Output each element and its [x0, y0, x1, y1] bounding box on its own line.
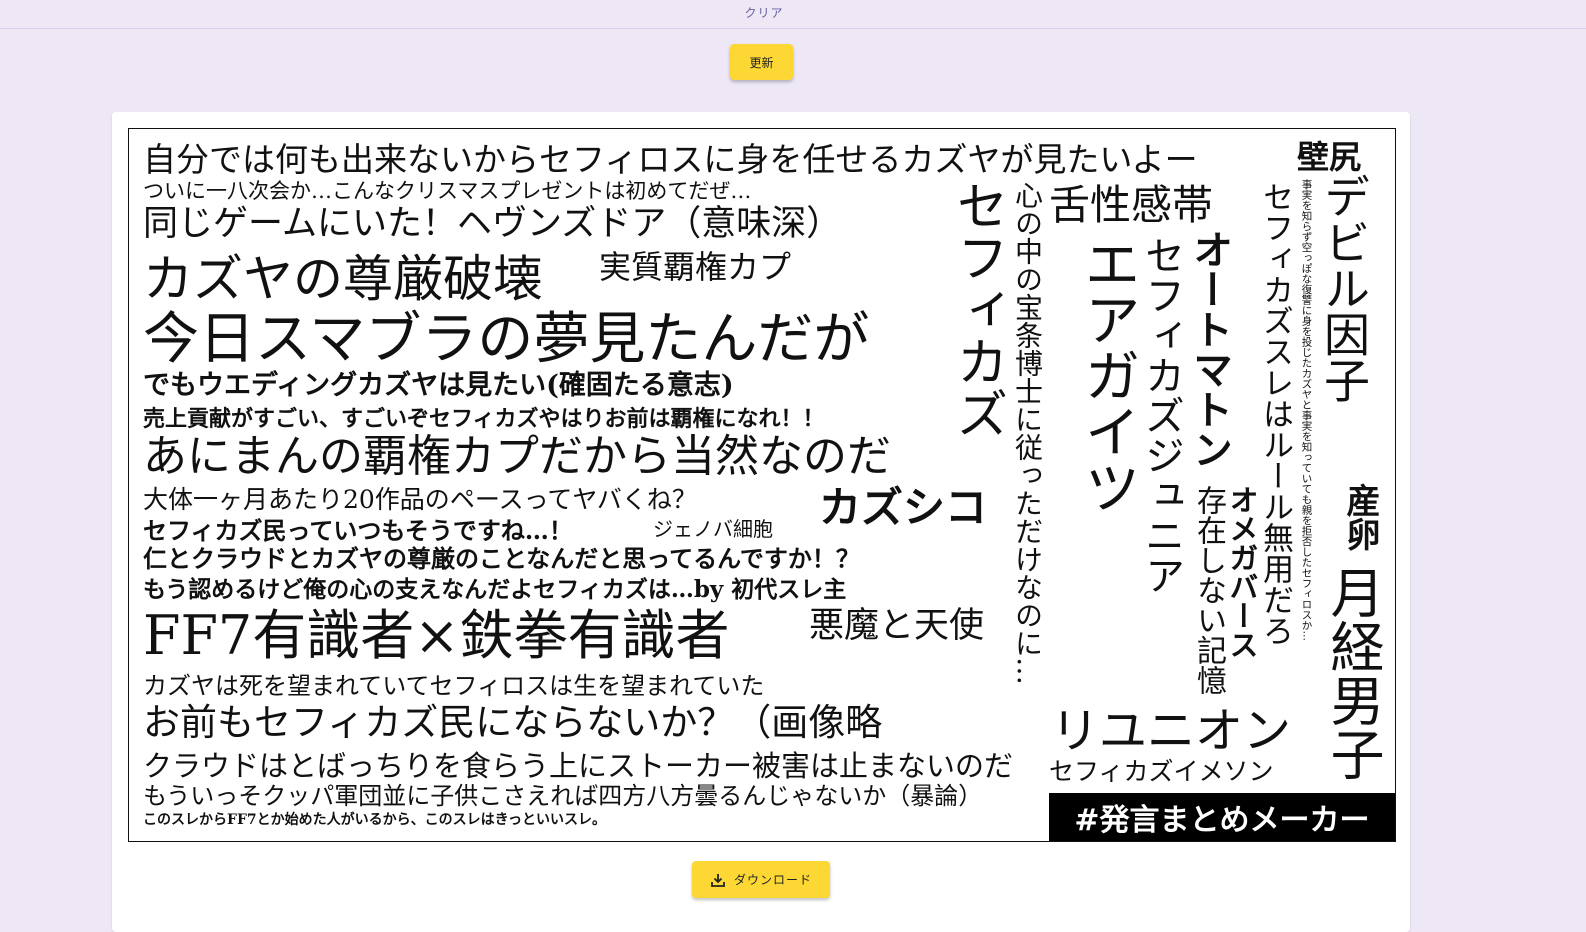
- phrase: オメガバース: [1225, 485, 1259, 659]
- word-cloud-canvas: 自分では何も出来ないからセフィロスに身を任せるカズヤが見たいよー ついに一八次会…: [128, 128, 1396, 842]
- phrase: 心の中の宝条博士に従っただけなのに…: [1011, 181, 1044, 685]
- phrase: もういっそクッパ軍団並に子供こさえれば四方八方曇るんじゃないか（暴論）: [143, 782, 983, 810]
- phrase: もう認めるけど俺の心の支えなんだよセフィカズは…by 初代スレ主: [143, 576, 847, 603]
- brand-badge: #発言まとめメーカー: [1049, 793, 1395, 841]
- phrase: ついに一八次会か…こんなクリスマスプレゼントは初めてだぜ…: [143, 179, 752, 203]
- phrase: セフィカズ民っていつもそうですね…！: [143, 516, 573, 545]
- phrase: オートマトン: [1186, 229, 1233, 469]
- phrase: FF7有識者×鉄拳有識者: [143, 604, 730, 667]
- phrase: このスレからFF7とか始めた人がいるから、このスレはきっといいスレ。: [143, 812, 607, 828]
- phrase: カズヤの尊厳破壊: [143, 250, 543, 308]
- phrase: でもウエディングカズヤは見たい(確固たる意志): [143, 370, 734, 401]
- phrase: セフィカズジュニア: [1138, 235, 1184, 595]
- top-bar: クリア: [0, 0, 1586, 29]
- phrase: セフィカズイメソン: [1049, 757, 1274, 786]
- phrase: お前もセフィカズ民にならないか？（画像略: [143, 701, 883, 744]
- download-icon: [710, 872, 726, 888]
- phrase: 月経男子: [1321, 565, 1384, 781]
- download-button[interactable]: ダウンロード: [692, 861, 830, 898]
- phrase: セフィカズ: [947, 179, 1007, 439]
- phrase: カズシコ: [819, 483, 988, 532]
- phrase: ジェノバ細胞: [653, 517, 773, 541]
- phrase: エアガイツ: [1075, 235, 1140, 515]
- download-label: ダウンロード: [733, 873, 812, 887]
- phrase: 事実を知らず空っぽな復讐に身を投じたカズヤと事実を知っていても親を拒否したセフィ…: [1300, 179, 1313, 641]
- phrase: 同じゲームにいた！ヘヴンズドア（意味深）: [143, 204, 842, 244]
- phrase: 舌性感帯: [1049, 181, 1213, 229]
- phrase: リユニオン: [1051, 703, 1292, 759]
- phrase: セフィカズスレはルール無用だろ: [1257, 181, 1293, 646]
- phrase: 売上貢献がすごい、すごいぞセフィカズやはりお前は覇権になれ！！: [143, 406, 825, 432]
- phrase: クラウドはとばっちりを食らう上にストーカー被害は止まないのだ: [143, 749, 1014, 783]
- phrase: 存在しない記憶: [1191, 485, 1226, 695]
- phrase: 産卵: [1340, 483, 1380, 551]
- clear-button[interactable]: クリア: [740, 4, 788, 21]
- phrase: カズヤは死を望まれていてセフィロスは生を望まれていた: [143, 672, 765, 700]
- phrase: 仁とクラウドとカズヤの尊厳のことなんだと思ってるんですか！？: [143, 544, 860, 573]
- phrase: 今日スマブラの夢見たんだが: [143, 307, 870, 372]
- phrase: 自分では何も出来ないからセフィロスに身を任せるカズヤが見たいよー: [143, 140, 1198, 179]
- phrase: あにまんの覇権カプだから当然なのだ: [143, 431, 891, 482]
- phrase: デビル因子: [1317, 173, 1371, 403]
- update-button[interactable]: 更新: [730, 44, 793, 80]
- phrase: 大体一ヶ月あたり20作品のペースってヤバくね？: [143, 485, 697, 514]
- phrase: 壁尻: [1297, 138, 1362, 176]
- phrase: 実質覇権カプ: [599, 248, 792, 286]
- phrase: 悪魔と天使: [809, 606, 985, 646]
